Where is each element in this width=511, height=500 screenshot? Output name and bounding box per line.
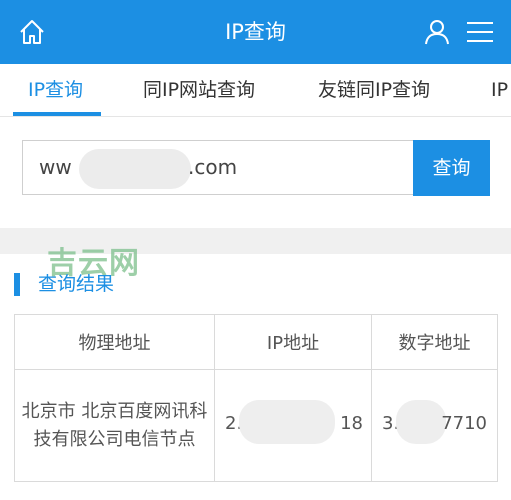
redacted-blur [79,149,191,189]
redacted-blur [396,400,446,444]
cell-numeric: 3. 7710 [371,369,498,482]
active-tab-indicator [13,112,101,116]
header-ip: IP地址 [214,314,372,370]
section-accent-bar [14,273,20,296]
search-button[interactable]: 查询 [413,140,490,196]
table-row: 北京市 北京百度网讯科技有限公司电信节点 2. 18 3. 7710 [14,369,498,482]
tab-bar: IP查询 同IP网站查询 友链同IP查询 IP [0,64,511,117]
location-text: 北京市 北京百度网讯科技有限公司电信节点 [21,400,208,450]
redacted-blur [239,400,335,444]
domain-search-input[interactable]: ww .com [22,140,414,195]
input-text-suffix: .com [188,155,238,179]
result-table: 物理地址 IP地址 数字地址 北京市 北京百度网讯科技有限公司电信节点 2. 1… [14,314,498,482]
header-numeric: 数字地址 [371,314,498,370]
num-suffix: 7710 [441,413,487,434]
cell-location: 北京市 北京百度网讯科技有限公司电信节点 [14,369,215,482]
tab-ip-more[interactable]: IP [491,64,508,116]
input-text-prefix: ww [39,155,72,179]
top-header: IP查询 [0,0,511,64]
tab-ip-lookup[interactable]: IP查询 [28,64,83,116]
cell-ip: 2. 18 [214,369,372,482]
menu-icon[interactable] [466,20,494,44]
tab-friend-links-same-ip[interactable]: 友链同IP查询 [318,64,430,116]
ip-suffix: 18 [340,413,363,434]
header-location: 物理地址 [14,314,215,370]
tab-same-ip-sites[interactable]: 同IP网站查询 [143,64,255,116]
section-title: 查询结果 [38,273,115,295]
user-icon[interactable] [424,19,450,45]
table-header-row: 物理地址 IP地址 数字地址 [14,314,498,370]
